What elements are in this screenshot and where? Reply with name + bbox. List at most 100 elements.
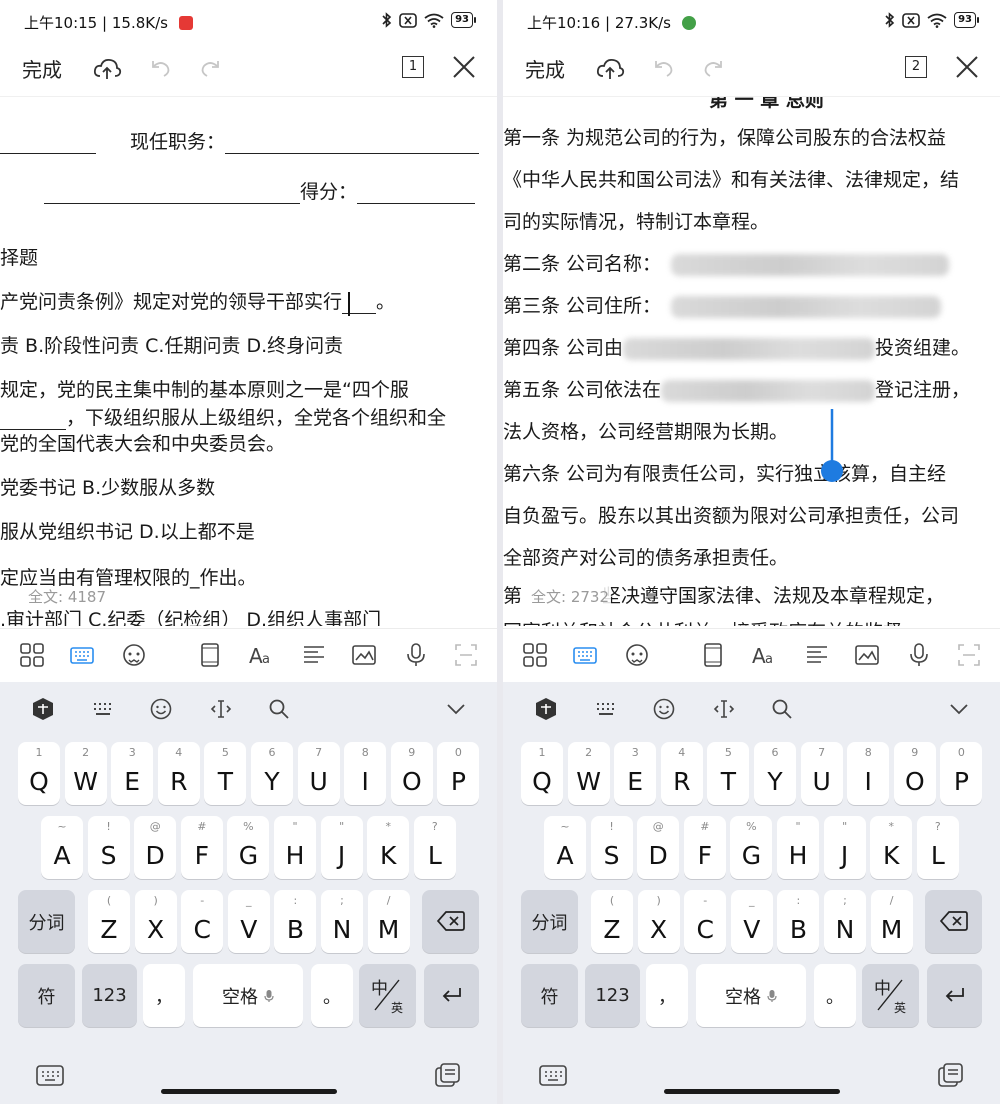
paragraph-align-icon[interactable] [300, 641, 328, 669]
key-b[interactable]: :B [274, 890, 317, 953]
key-i[interactable]: 8I [847, 742, 890, 805]
key-s[interactable]: ! S [87, 816, 130, 879]
document-view[interactable]: 现任职务： 得分： 择题 产党问责条例》规定对党的领导干部实行。 责 B.阶段性… [0, 96, 497, 626]
key-t[interactable]: 5T [707, 742, 750, 805]
symbols-key[interactable]: 符 [521, 964, 578, 1027]
cursor-drag-handle[interactable] [819, 407, 845, 487]
numbers-key[interactable]: 123 [585, 964, 640, 1027]
key-h[interactable]: " H [274, 816, 316, 879]
segment-key[interactable]: 分词 [521, 890, 578, 953]
key-m[interactable]: / M [367, 890, 410, 953]
keyboard-layout-icon[interactable] [593, 696, 619, 722]
undo-icon[interactable] [145, 54, 175, 84]
ime-logo-icon[interactable] [30, 696, 56, 722]
key-f[interactable]: # F [180, 816, 223, 879]
key-e[interactable]: 3E [614, 742, 657, 805]
keyboard-switch-icon[interactable] [34, 1062, 66, 1090]
enter-key[interactable] [424, 964, 479, 1027]
key-t[interactable]: 5T [204, 742, 247, 805]
key-u[interactable]: 7U [297, 742, 340, 805]
done-button[interactable]: 完成 [22, 54, 62, 83]
key-i[interactable]: 8I [344, 742, 387, 805]
key-q[interactable]: 1Q [521, 742, 563, 805]
key-o[interactable]: 9O [893, 742, 936, 805]
insert-image-icon[interactable] [853, 641, 881, 669]
key-w[interactable]: 2W [567, 742, 610, 805]
key-a[interactable]: ~ A [41, 816, 83, 879]
key-v[interactable]: _ V [227, 890, 270, 953]
emoji-icon[interactable] [651, 696, 677, 722]
close-icon[interactable] [451, 54, 477, 80]
key-r[interactable]: 4R [157, 742, 200, 805]
redo-icon[interactable] [196, 54, 226, 84]
key-q[interactable]: 1Q [18, 742, 60, 805]
key-j[interactable]: " J [823, 816, 866, 879]
document-view[interactable]: 第 一 章 总则 第一条 为规范公司的行为，保障公司股东的合法权益 《中华人民共… [503, 96, 1000, 626]
scan-text-icon[interactable] [955, 641, 983, 669]
assistant-icon[interactable] [120, 641, 148, 669]
key-m[interactable]: / M [870, 890, 913, 953]
done-button[interactable]: 完成 [525, 54, 565, 83]
cursor-move-icon[interactable] [711, 696, 737, 722]
key-x[interactable]: ) X [637, 890, 680, 953]
apps-grid-icon[interactable] [521, 641, 549, 669]
emoji-icon[interactable] [148, 696, 174, 722]
key-l[interactable]: ? L [916, 816, 959, 879]
text-cursor[interactable] [342, 292, 377, 316]
period-key[interactable]: 。 [311, 964, 353, 1027]
cloud-upload-icon[interactable] [595, 54, 625, 84]
backspace-key[interactable] [422, 890, 479, 953]
hide-keyboard-icon[interactable] [443, 696, 469, 722]
key-g[interactable]: % G [227, 816, 270, 879]
key-p[interactable]: 0P [437, 742, 480, 805]
cursor-move-icon[interactable] [208, 696, 234, 722]
key-e[interactable]: 3E [111, 742, 154, 805]
symbols-key[interactable]: 符 [18, 964, 75, 1027]
enter-key[interactable] [927, 964, 982, 1027]
key-a[interactable]: ~ A [544, 816, 586, 879]
hide-keyboard-icon[interactable] [946, 696, 972, 722]
scan-text-icon[interactable] [452, 641, 480, 669]
close-icon[interactable] [954, 54, 980, 80]
segment-key[interactable]: 分词 [18, 890, 75, 953]
key-j[interactable]: " J [320, 816, 363, 879]
comma-key[interactable]: ， [646, 964, 688, 1027]
key-u[interactable]: 7U [800, 742, 843, 805]
redo-icon[interactable] [699, 54, 729, 84]
backspace-key[interactable] [925, 890, 982, 953]
key-d[interactable]: @ D [134, 816, 177, 879]
keyboard-icon[interactable] [571, 641, 599, 669]
ime-logo-icon[interactable] [533, 696, 559, 722]
font-style-icon[interactable]: Aa [248, 641, 276, 669]
space-key[interactable]: 空格 [696, 964, 806, 1027]
key-p[interactable]: 0P [940, 742, 983, 805]
page-count-button[interactable]: 2 [905, 56, 927, 78]
undo-icon[interactable] [648, 54, 678, 84]
key-y[interactable]: 6Y [754, 742, 796, 805]
search-icon[interactable] [266, 696, 292, 722]
clipboard-icon[interactable] [935, 1062, 967, 1090]
key-v[interactable]: _ V [730, 890, 773, 953]
cloud-upload-icon[interactable] [92, 54, 122, 84]
key-n[interactable]: ; N [824, 890, 866, 953]
numbers-key[interactable]: 123 [82, 964, 137, 1027]
space-key[interactable]: 空格 [193, 964, 303, 1027]
key-r[interactable]: 4R [660, 742, 703, 805]
search-icon[interactable] [769, 696, 795, 722]
keyboard-icon[interactable] [68, 641, 96, 669]
insert-image-icon[interactable] [350, 641, 378, 669]
microphone-icon[interactable] [402, 641, 430, 669]
key-w[interactable]: 2W [64, 742, 107, 805]
apps-grid-icon[interactable] [18, 641, 46, 669]
font-style-icon[interactable]: Aa [751, 641, 779, 669]
paragraph-align-icon[interactable] [803, 641, 831, 669]
page-count-button[interactable]: 1 [402, 56, 424, 78]
key-o[interactable]: 9O [390, 742, 433, 805]
key-n[interactable]: ; N [321, 890, 363, 953]
key-y[interactable]: 6Y [251, 742, 293, 805]
key-s[interactable]: ! S [590, 816, 633, 879]
key-k[interactable]: * K [870, 816, 913, 879]
page-layout-icon[interactable] [196, 641, 224, 669]
key-g[interactable]: % G [730, 816, 773, 879]
home-indicator[interactable] [160, 1089, 337, 1094]
